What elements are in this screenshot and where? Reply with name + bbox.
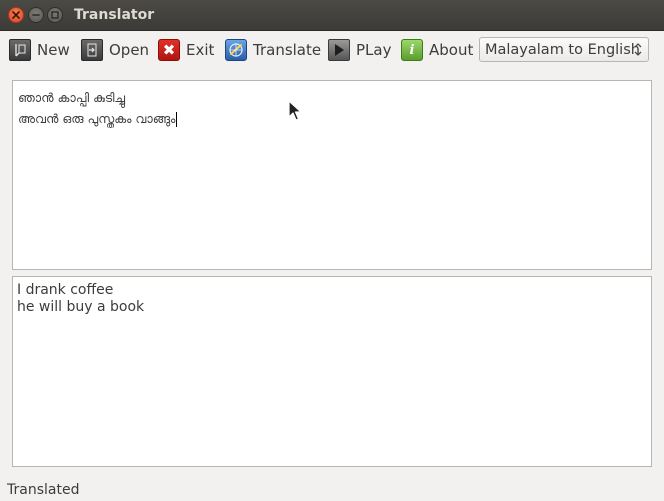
- about-info-icon: i: [401, 39, 423, 61]
- mouse-pointer-icon: [288, 100, 302, 121]
- translator-window: Translator New Open ✖ Exit Translate PLa…: [0, 0, 664, 501]
- output-line: he will buy a book: [17, 299, 145, 315]
- new-label: New: [37, 41, 70, 59]
- play-label: PLay: [356, 41, 392, 59]
- exit-label: Exit: [186, 41, 215, 59]
- new-document-icon: [9, 39, 31, 61]
- language-select[interactable]: Malayalam to English: [479, 37, 649, 62]
- new-button[interactable]: New: [9, 37, 70, 63]
- status-bar: Translated: [0, 479, 664, 501]
- status-text: Translated: [7, 482, 80, 498]
- open-button[interactable]: Open: [81, 37, 149, 63]
- exit-button[interactable]: ✖ Exit: [158, 37, 214, 63]
- window-title: Translator: [74, 7, 155, 23]
- source-line: അവൻ ഒരു പുസ്തകം വാങ്ങും: [18, 111, 176, 126]
- about-label: About: [429, 41, 474, 59]
- translated-text-area[interactable]: I drank coffee he will buy a book: [12, 276, 652, 467]
- title-bar[interactable]: Translator: [0, 0, 664, 31]
- translate-button[interactable]: Translate: [225, 37, 321, 63]
- window-maximize-button[interactable]: [47, 7, 63, 23]
- maximize-icon: [51, 11, 59, 19]
- source-line: ഞാൻ കാപ്പി കുടിച്ചു: [18, 90, 126, 105]
- close-icon: [12, 11, 20, 19]
- window-minimize-button[interactable]: [28, 7, 44, 23]
- source-text-area[interactable]: ഞാൻ കാപ്പി കുടിച്ചു അവൻ ഒരു പുസ്തകം വാങ്…: [12, 80, 652, 270]
- text-caret: [176, 112, 178, 127]
- translate-label: Translate: [253, 41, 322, 59]
- about-button[interactable]: i About: [401, 37, 473, 63]
- open-icon: [81, 39, 103, 61]
- minimize-icon: [32, 14, 40, 16]
- window-close-button[interactable]: [8, 7, 24, 23]
- open-label: Open: [109, 41, 150, 59]
- play-icon: [328, 39, 350, 61]
- exit-icon: ✖: [158, 39, 180, 61]
- translate-icon: [225, 39, 247, 61]
- play-button[interactable]: PLay: [328, 37, 391, 63]
- source-line-caret-row: അവൻ ഒരു പുസ്തകം വാങ്ങും: [18, 108, 646, 129]
- output-line: I drank coffee: [17, 282, 114, 298]
- spinner-arrows-icon: [634, 43, 642, 56]
- language-select-value: Malayalam to English: [485, 41, 640, 58]
